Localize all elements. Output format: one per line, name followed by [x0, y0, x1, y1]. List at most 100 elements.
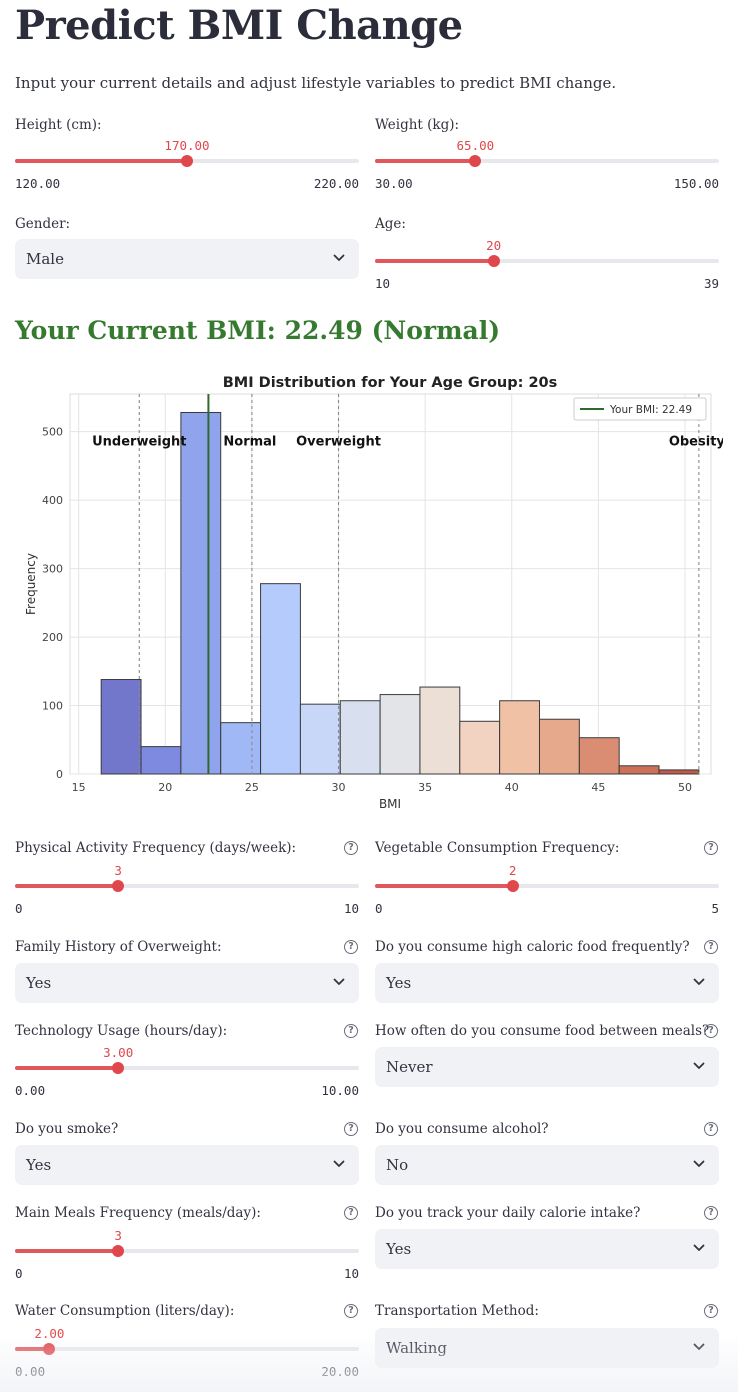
- chevron-down-icon: [693, 978, 705, 985]
- histogram-bar: [339, 700, 381, 775]
- technology-label: Technology Usage (hours/day):: [15, 1023, 228, 1039]
- alcohol-select[interactable]: No: [375, 1145, 719, 1185]
- x-tick-label: 15: [72, 781, 86, 794]
- track-calories-label: Do you track your daily calorie intake?: [375, 1205, 641, 1221]
- select-value: Yes: [386, 1240, 412, 1258]
- slider-min: 30.00: [375, 176, 413, 191]
- physical-activity-slider[interactable]: 3 0 10: [15, 863, 359, 916]
- high-caloric-select[interactable]: Yes: [375, 963, 719, 1003]
- slider-min: 0.00: [15, 1364, 46, 1379]
- slider-max: 10: [343, 901, 359, 916]
- slider-fill: [15, 159, 187, 163]
- slider-min: 0: [15, 1266, 23, 1281]
- help-circle-icon[interactable]: ?: [344, 841, 358, 855]
- gender-label: Gender:: [15, 216, 71, 232]
- slider-value: 3: [114, 863, 122, 878]
- select-value: Walking: [386, 1339, 448, 1357]
- slider-thumb[interactable]: [487, 255, 500, 267]
- height-label: Height (cm):: [15, 117, 102, 133]
- track-calories-select[interactable]: Yes: [375, 1229, 719, 1269]
- age-label: Age:: [375, 216, 406, 232]
- help-circle-icon[interactable]: ?: [704, 1304, 718, 1318]
- slider-thumb[interactable]: [469, 155, 482, 167]
- vegetable-slider[interactable]: 2 0 5: [375, 863, 719, 916]
- slider-thumb[interactable]: [181, 155, 193, 167]
- slider-track[interactable]: [15, 155, 359, 167]
- age-slider[interactable]: 20 10 39: [375, 238, 719, 291]
- histogram-bar: [538, 718, 580, 775]
- select-value: Never: [386, 1058, 433, 1076]
- transportation-select[interactable]: Walking: [375, 1328, 719, 1368]
- smoke-select[interactable]: Yes: [15, 1145, 359, 1185]
- slider-value: 3: [114, 1228, 122, 1243]
- help-circle-icon[interactable]: ?: [344, 1122, 358, 1136]
- weight-slider[interactable]: 65.00 30.00 150.00: [375, 138, 719, 191]
- help-circle-icon[interactable]: ?: [344, 1024, 358, 1038]
- slider-thumb[interactable]: [112, 1062, 125, 1074]
- slider-thumb[interactable]: [112, 880, 125, 892]
- vegetable-label: Vegetable Consumption Frequency:: [375, 840, 620, 856]
- high-caloric-label: Do you consume high caloric food frequen…: [375, 939, 690, 955]
- slider-fill: [15, 884, 119, 888]
- slider-track[interactable]: [15, 880, 359, 892]
- x-tick-label: 35: [418, 781, 432, 794]
- help-circle-icon[interactable]: ?: [704, 841, 718, 855]
- chevron-down-icon: [333, 1160, 345, 1167]
- main-meals-slider[interactable]: 3 0 10: [15, 1228, 359, 1281]
- slider-value: 2.00: [34, 1326, 65, 1341]
- histogram-bar: [419, 686, 461, 775]
- help-circle-icon[interactable]: ?: [704, 1122, 718, 1136]
- slider-fill: [15, 1066, 119, 1070]
- slider-max: 5: [711, 901, 719, 916]
- slider-value: 2: [508, 863, 517, 878]
- main-meals-label: Main Meals Frequency (meals/day):: [15, 1205, 261, 1221]
- slider-max: 10.00: [321, 1083, 359, 1098]
- slider-value: 20: [486, 238, 502, 253]
- slider-fill: [375, 259, 494, 263]
- category-label: Overweight: [296, 434, 381, 449]
- slider-track[interactable]: [15, 1343, 359, 1355]
- histogram-bar: [499, 700, 540, 775]
- slider-min: 120.00: [15, 176, 61, 191]
- page-subtitle: Input your current details and adjust li…: [15, 74, 617, 92]
- x-tick-label: 40: [505, 781, 519, 794]
- height-slider[interactable]: 170.00 120.00 220.00: [15, 138, 359, 191]
- histogram-bar: [658, 769, 700, 775]
- between-meals-select[interactable]: Never: [375, 1047, 719, 1087]
- slider-thumb[interactable]: [43, 1343, 56, 1355]
- page-title: Predict BMI Change: [15, 2, 463, 49]
- bmi-distribution-chart: Underweight Normal Overweight Obesity 15 20 2…: [15, 366, 723, 814]
- slider-min: 0: [15, 901, 23, 916]
- histogram-bar: [100, 679, 142, 775]
- help-circle-icon[interactable]: ?: [344, 1206, 358, 1220]
- histogram-bar: [220, 722, 262, 775]
- family-history-select[interactable]: Yes: [15, 963, 359, 1003]
- chevron-down-icon: [693, 1343, 705, 1350]
- slider-min: 0.00: [15, 1083, 46, 1098]
- y-tick-label: 0: [56, 768, 63, 781]
- help-circle-icon[interactable]: ?: [704, 1206, 718, 1220]
- slider-track[interactable]: [375, 255, 719, 267]
- histogram-bar: [459, 720, 501, 775]
- technology-slider[interactable]: 3.00 0.00 10.00: [15, 1045, 359, 1098]
- slider-track[interactable]: [15, 1245, 359, 1257]
- slider-thumb[interactable]: [112, 1245, 125, 1257]
- help-circle-icon[interactable]: ?: [704, 940, 718, 954]
- chevron-down-icon: [693, 1062, 705, 1069]
- slider-min: 0: [375, 901, 383, 916]
- water-slider[interactable]: 2.00 0.00 20.00: [15, 1326, 359, 1379]
- y-tick-label: 100: [42, 700, 63, 713]
- gender-select[interactable]: Male: [15, 239, 359, 279]
- category-label: Obesity: [669, 434, 723, 449]
- slider-track[interactable]: [15, 1062, 359, 1074]
- help-circle-icon[interactable]: ?: [344, 940, 358, 954]
- chart-title: BMI Distribution for Your Age Group: 20s: [223, 375, 558, 391]
- slider-track[interactable]: [375, 880, 719, 892]
- slider-track[interactable]: [375, 155, 719, 167]
- slider-thumb[interactable]: [506, 880, 519, 892]
- family-history-label: Family History of Overweight:: [15, 939, 222, 955]
- weight-label: Weight (kg):: [375, 117, 460, 133]
- histogram-bar: [140, 746, 182, 775]
- help-circle-icon[interactable]: ?: [704, 1024, 718, 1038]
- help-circle-icon[interactable]: ?: [344, 1304, 358, 1318]
